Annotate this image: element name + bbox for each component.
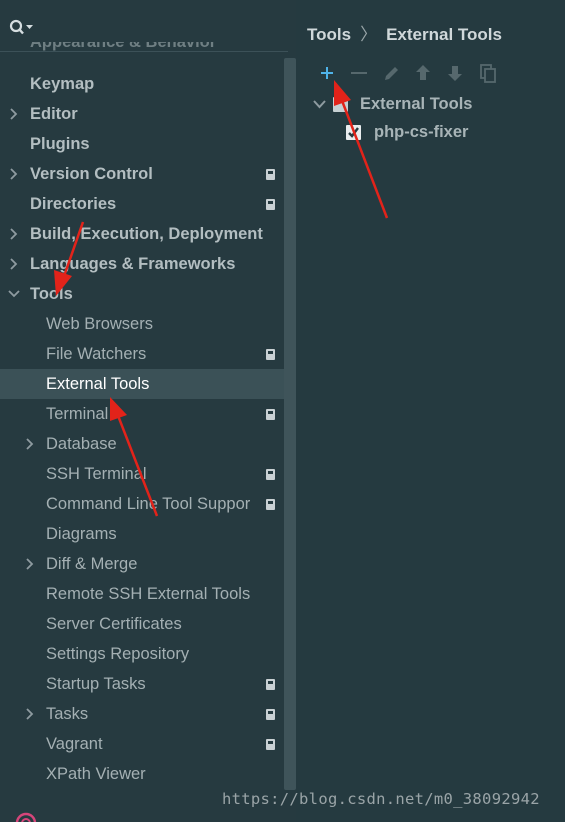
sidebar-item-editor[interactable]: Editor bbox=[0, 99, 284, 129]
plus-icon[interactable] bbox=[316, 60, 340, 86]
external-tool-row[interactable]: php-cs-fixer bbox=[313, 118, 553, 146]
breadcrumb-parent[interactable]: Tools bbox=[307, 25, 351, 44]
sidebar-item-appearance-cut[interactable]: Appearance & Behavior bbox=[0, 42, 288, 54]
help-icon[interactable] bbox=[14, 810, 38, 822]
sidebar-item-vagrant[interactable]: Vagrant bbox=[0, 729, 284, 759]
chevron-down-icon[interactable] bbox=[313, 98, 326, 111]
sidebar-item-languages-frameworks[interactable]: Languages & Frameworks bbox=[0, 249, 284, 279]
project-settings-icon bbox=[266, 709, 275, 720]
project-settings-icon bbox=[266, 169, 275, 180]
sidebar-item-xpath-viewer[interactable]: XPath Viewer bbox=[0, 759, 284, 789]
project-settings-icon bbox=[266, 679, 275, 690]
sidebar-item-diff-merge[interactable]: Diff & Merge bbox=[0, 549, 284, 579]
check-icon bbox=[348, 127, 359, 138]
breadcrumb-separator: 〉 bbox=[360, 25, 378, 44]
arrow-down-icon[interactable] bbox=[444, 60, 468, 86]
chevron-right-icon[interactable] bbox=[24, 438, 36, 450]
sidebar-item-external-tools[interactable]: External Tools bbox=[0, 369, 296, 399]
tool-checkbox[interactable] bbox=[346, 125, 361, 140]
sidebar-item-version-control[interactable]: Version Control bbox=[0, 159, 284, 189]
sidebar-item-tools[interactable]: Tools bbox=[0, 279, 284, 309]
sidebar-item-tasks[interactable]: Tasks bbox=[0, 699, 284, 729]
sidebar-item-keymap[interactable]: Keymap bbox=[0, 69, 284, 99]
sidebar-item-server-certificates[interactable]: Server Certificates bbox=[0, 609, 284, 639]
project-settings-icon bbox=[266, 199, 275, 210]
chevron-right-icon[interactable] bbox=[24, 558, 36, 570]
settings-content-panel: Tools 〉 External Tools External Tools ph… bbox=[296, 0, 565, 822]
settings-sidebar: Appearance & Behavior Keymap Editor Plug… bbox=[0, 0, 296, 822]
chevron-right-icon[interactable] bbox=[8, 108, 20, 120]
sidebar-item-directories[interactable]: Directories bbox=[0, 189, 284, 219]
chevron-right-icon[interactable] bbox=[8, 228, 20, 240]
project-settings-icon bbox=[266, 499, 275, 510]
watermark: https://blog.csdn.net/m0_38092942 bbox=[222, 790, 540, 808]
sidebar-item-file-watchers[interactable]: File Watchers bbox=[0, 339, 284, 369]
sidebar-item-command-line-tool-support[interactable]: Command Line Tool Suppor bbox=[0, 489, 284, 519]
minus-icon[interactable] bbox=[348, 60, 372, 86]
group-checkbox[interactable] bbox=[333, 97, 348, 112]
arrow-up-icon[interactable] bbox=[412, 60, 436, 86]
sidebar-item-diagrams[interactable]: Diagrams bbox=[0, 519, 284, 549]
sidebar-item-plugins[interactable]: Plugins bbox=[0, 129, 284, 159]
chevron-right-icon[interactable] bbox=[24, 708, 36, 720]
sidebar-item-terminal[interactable]: Terminal bbox=[0, 399, 284, 429]
sidebar-item-startup-tasks[interactable]: Startup Tasks bbox=[0, 669, 284, 699]
sidebar-item-remote-ssh-external-tools[interactable]: Remote SSH External Tools bbox=[0, 579, 284, 609]
breadcrumb-current: External Tools bbox=[386, 25, 502, 44]
chevron-down-icon[interactable] bbox=[8, 288, 20, 300]
project-settings-icon bbox=[266, 409, 275, 420]
project-settings-icon bbox=[266, 739, 275, 750]
search-icon[interactable] bbox=[9, 19, 35, 37]
sidebar-scrollbar[interactable] bbox=[284, 58, 296, 790]
chevron-right-icon[interactable] bbox=[8, 258, 20, 270]
sidebar-item-web-browsers[interactable]: Web Browsers bbox=[0, 309, 284, 339]
pencil-icon[interactable] bbox=[380, 60, 404, 86]
project-settings-icon bbox=[266, 349, 275, 360]
chevron-right-icon[interactable] bbox=[8, 168, 20, 180]
sidebar-item-build-execution-deployment[interactable]: Build, Execution, Deployment bbox=[0, 219, 284, 249]
external-tools-group-row[interactable]: External Tools bbox=[313, 90, 553, 118]
copy-icon[interactable] bbox=[476, 60, 500, 86]
sidebar-item-database[interactable]: Database bbox=[0, 429, 284, 459]
sidebar-item-settings-repository[interactable]: Settings Repository bbox=[0, 639, 284, 669]
breadcrumb: Tools 〉 External Tools bbox=[307, 20, 502, 45]
project-settings-icon bbox=[266, 469, 275, 480]
sidebar-item-ssh-terminal[interactable]: SSH Terminal bbox=[0, 459, 284, 489]
